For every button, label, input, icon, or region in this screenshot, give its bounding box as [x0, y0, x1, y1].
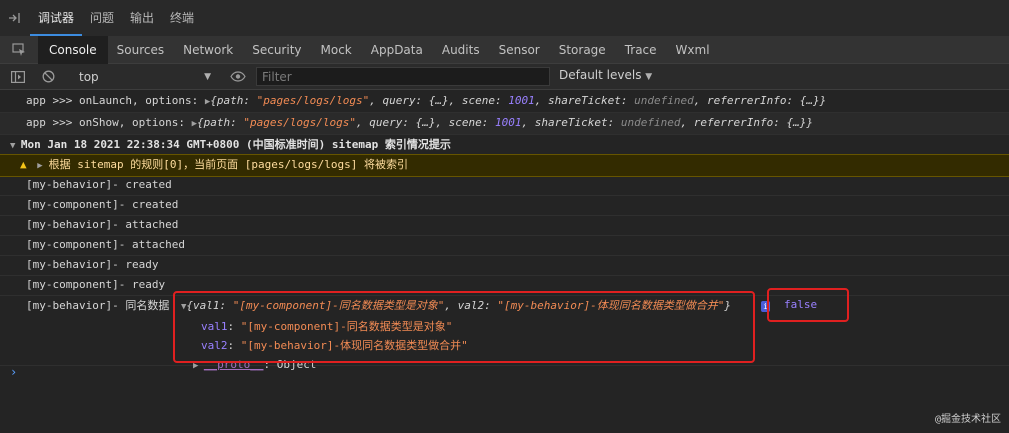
warning-icon: ▲: [20, 158, 27, 171]
log-row: [my-behavior]- ready: [0, 255, 1009, 276]
log-text: [my-behavior]- created: [26, 178, 172, 191]
log-row: [my-behavior]- created: [0, 175, 1009, 196]
tab-debugger[interactable]: 调试器: [30, 0, 83, 36]
log-text: app >>> onLaunch, options:: [26, 94, 205, 107]
clear-console-icon[interactable]: [33, 64, 63, 90]
log-row-onshow: app >>> onShow, options: ▶{path: "pages/…: [0, 113, 1009, 135]
chevron-down-icon: ▼: [204, 71, 211, 82]
context-value: top: [79, 69, 99, 84]
warning-row: ▲ ▶ 根据 sitemap 的规则[0]，当前页面 [pages/logs/lo…: [0, 154, 1009, 177]
highlight-box-object: [173, 291, 755, 363]
log-levels-label: Default levels: [559, 68, 642, 82]
tab-trace[interactable]: Trace: [616, 36, 667, 64]
log-levels-dropdown[interactable]: Default levels ▼: [559, 68, 652, 82]
number-value: 1001: [508, 94, 535, 107]
eye-icon[interactable]: [223, 64, 253, 90]
key-text: , query: {…}, scene:: [355, 116, 496, 129]
log-text: [my-component]- ready: [26, 278, 166, 291]
key-text: , shareTicket:: [521, 116, 621, 129]
console-output: app >>> onLaunch, options: ▶{path: "page…: [0, 91, 1009, 433]
highlight-box-false: [767, 288, 849, 322]
tab-security[interactable]: Security: [243, 36, 311, 64]
undefined-value: undefined: [620, 116, 681, 129]
tab-storage[interactable]: Storage: [550, 36, 616, 64]
chevron-down-icon: ▼: [645, 72, 653, 82]
console-filter-bar: top ▼ Default levels ▼: [0, 64, 1009, 90]
key-text: path:: [203, 116, 244, 129]
inspect-element-icon[interactable]: [0, 36, 38, 64]
number-value: 1001: [495, 116, 522, 129]
tab-audits[interactable]: Audits: [433, 36, 490, 64]
tab-mock[interactable]: Mock: [312, 36, 362, 64]
collapse-triangle-icon[interactable]: ▼: [10, 141, 21, 151]
tab-appdata[interactable]: AppData: [362, 36, 433, 64]
log-text: [my-component]- attached: [26, 238, 185, 251]
filter-input[interactable]: [256, 67, 550, 86]
string-value: "pages/logs/logs": [243, 116, 356, 129]
log-row: [my-behavior]- attached: [0, 215, 1009, 236]
top-toolbar: 调试器 问题 输出 终端: [0, 0, 1009, 36]
toggle-sidebar-icon[interactable]: [3, 64, 33, 90]
warning-text: 根据 sitemap 的规则[0]，当前页面 [pages/logs/logs]…: [48, 158, 408, 171]
tab-terminal[interactable]: 终端: [162, 0, 202, 36]
key-text: , shareTicket:: [534, 94, 635, 107]
tab-output[interactable]: 输出: [122, 0, 162, 36]
dock-side-icon[interactable]: [0, 0, 30, 36]
key-text: path:: [216, 94, 257, 107]
group-title: Mon Jan 18 2021 22:38:34 GMT+0800 (中国标准时…: [20, 138, 451, 151]
key-text: , referrerInfo: {…}}: [680, 116, 813, 129]
context-select[interactable]: top ▼: [73, 67, 217, 87]
panel-tabs: Console Sources Network Security Mock Ap…: [0, 35, 1009, 64]
tab-console[interactable]: Console: [38, 35, 108, 64]
key-text: , referrerInfo: {…}}: [693, 94, 827, 107]
watermark: @掘金技术社区: [934, 414, 1001, 425]
tab-wxml[interactable]: Wxml: [667, 36, 720, 64]
log-text: app >>> onShow, options:: [26, 116, 192, 129]
tab-problems[interactable]: 问题: [82, 0, 122, 36]
tab-sources[interactable]: Sources: [108, 36, 174, 64]
console-prompt-icon[interactable]: ›: [10, 365, 17, 379]
log-text: [my-behavior]- 同名数据: [26, 299, 170, 312]
log-text: [my-behavior]- attached: [26, 218, 179, 231]
key-text: , query: {…}, scene:: [369, 94, 509, 107]
log-row: [my-component]- attached: [0, 235, 1009, 256]
undefined-value: undefined: [634, 94, 694, 107]
expand-triangle-icon[interactable]: ▶: [37, 161, 42, 171]
log-text: [my-behavior]- ready: [26, 258, 159, 271]
tab-sensor[interactable]: Sensor: [490, 36, 550, 64]
log-text: [my-component]- created: [26, 198, 179, 211]
tab-network[interactable]: Network: [174, 36, 243, 64]
log-row: [my-component]- created: [0, 195, 1009, 216]
log-row-onlaunch: app >>> onLaunch, options: ▶{path: "page…: [0, 91, 1009, 113]
string-value: "pages/logs/logs": [256, 94, 370, 107]
